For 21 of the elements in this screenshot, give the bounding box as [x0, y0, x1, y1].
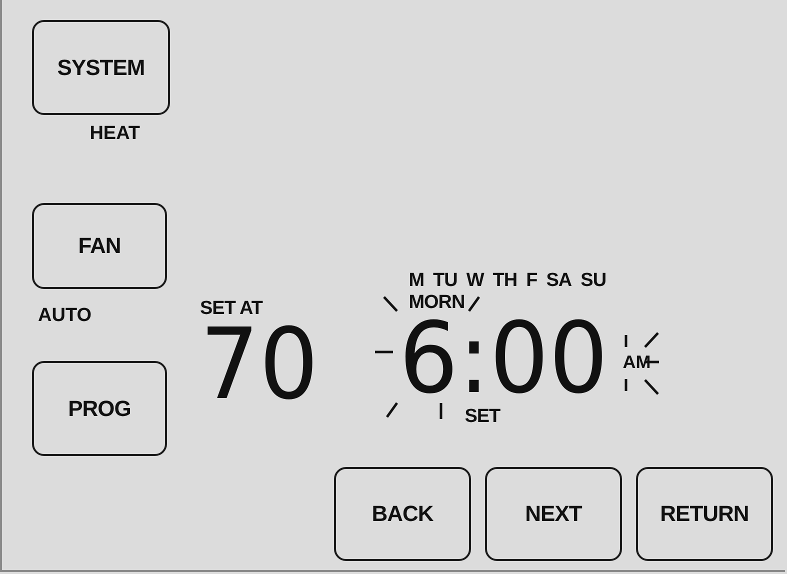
am-pm-label: AM — [622, 352, 651, 372]
nav-button[interactable]: RETURN — [636, 467, 773, 561]
mode-button[interactable]: SYSTEM — [32, 20, 170, 115]
set-at-label: SET AT — [200, 298, 264, 320]
schedule-time: 6:00 — [398, 314, 608, 404]
weekday-label: SU — [580, 270, 606, 292]
nav-button[interactable]: BACK — [334, 467, 471, 561]
weekday-label: TH — [492, 270, 518, 292]
weekday-label: F — [526, 270, 538, 292]
mode-status-label: AUTO — [38, 305, 92, 327]
weekday-label: W — [466, 270, 484, 292]
period-label: MORN — [408, 292, 466, 314]
setpoint-temperature: 70 — [200, 320, 318, 410]
mode-button[interactable]: FAN — [32, 203, 167, 289]
weekday-label: TU — [433, 270, 458, 292]
weekday-label: M — [408, 270, 424, 292]
mode-button[interactable]: PROG — [32, 361, 167, 456]
mode-status-label: HEAT — [90, 123, 140, 145]
weekday-label: SA — [546, 270, 572, 292]
nav-button[interactable]: NEXT — [485, 467, 622, 561]
set-caption: SET — [464, 406, 502, 428]
